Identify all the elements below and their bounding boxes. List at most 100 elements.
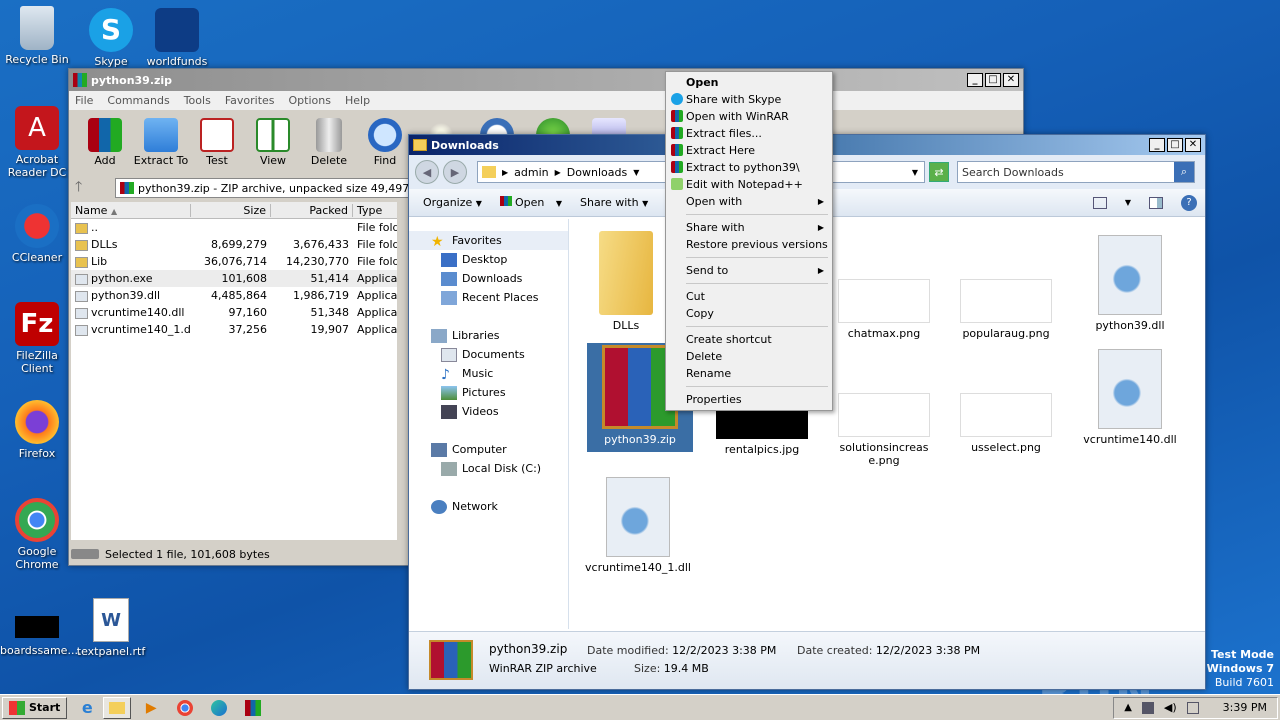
desktop-icon-textpanel[interactable]: W textpanel.rtf <box>74 598 148 658</box>
file-solutionsincrease[interactable]: solutionsincrease.png <box>829 393 939 467</box>
desktop-icon-boardssame[interactable]: boardssame.... <box>0 616 81 657</box>
open-button[interactable]: Open ▼ <box>499 196 562 209</box>
taskbar-ie[interactable]: e <box>73 697 101 719</box>
taskbar-winrar[interactable] <box>239 697 267 719</box>
add-button[interactable]: Add <box>77 118 133 176</box>
search-icon[interactable]: ⌕ <box>1174 162 1194 182</box>
share-with-button[interactable]: Share with ▼ <box>580 196 648 209</box>
menu-item-send-to[interactable]: Send to ▶ <box>668 262 830 279</box>
menu-item-delete[interactable]: Delete <box>668 348 830 365</box>
desktop-icon-chrome[interactable]: Google Chrome <box>0 498 74 571</box>
action-center-icon[interactable] <box>1186 701 1199 714</box>
minimize-button[interactable]: _ <box>967 73 983 87</box>
network-tray-icon[interactable] <box>1141 701 1154 714</box>
taskbar-edge[interactable] <box>205 697 233 719</box>
menu-tools[interactable]: Tools <box>184 94 211 107</box>
menu-help[interactable]: Help <box>345 94 370 107</box>
nav-music[interactable]: ♪ Music <box>409 364 568 383</box>
winrar-file-list[interactable]: Name ▲ Size Packed Type .. File fold DLLs 8… <box>71 202 397 540</box>
menu-item-copy[interactable]: Copy <box>668 305 830 322</box>
close-button[interactable]: ✕ <box>1003 73 1019 87</box>
menu-options[interactable]: Options <box>289 94 331 107</box>
file-vcruntime140[interactable]: vcruntime140.dll <box>1075 349 1185 446</box>
table-row[interactable]: python.exe 101,608 51,414 Applicat <box>71 270 397 287</box>
menu-item-extract-here[interactable]: Extract Here <box>668 142 830 159</box>
menu-item-rename[interactable]: Rename <box>668 365 830 382</box>
nav-recent-places[interactable]: Recent Places <box>409 288 568 307</box>
nav-downloads[interactable]: Downloads <box>409 269 568 288</box>
menu-item-extract-to-folder[interactable]: Extract to python39\ <box>668 159 830 176</box>
taskbar-chrome[interactable] <box>171 697 199 719</box>
desktop-icon-filezilla[interactable]: Fz FileZilla Client <box>0 302 74 375</box>
find-button[interactable]: Find <box>357 118 413 176</box>
breadcrumb-downloads[interactable]: Downloads <box>567 166 627 179</box>
nav-network[interactable]: Network <box>409 497 568 516</box>
column-size[interactable]: Size <box>191 203 271 217</box>
column-name[interactable]: Name ▲ <box>71 203 191 217</box>
view-button[interactable]: View <box>245 118 301 176</box>
desktop-icon-worldfunds[interactable]: worldfunds <box>140 8 214 68</box>
table-row[interactable]: DLLs 8,699,279 3,676,433 File fold <box>71 236 397 253</box>
desktop-icon-recycle-bin[interactable]: Recycle Bin <box>0 6 74 66</box>
file-python39-dll[interactable]: python39.dll <box>1075 235 1185 332</box>
desktop-icon-skype[interactable]: S Skype <box>74 8 148 68</box>
nav-pictures[interactable]: Pictures <box>409 383 568 402</box>
desktop-icon-acrobat[interactable]: A Acrobat Reader DC <box>0 106 74 179</box>
address-dropdown-icon[interactable]: ▼ <box>912 168 918 177</box>
delete-button[interactable]: Delete <box>301 118 357 176</box>
menu-item-restore-previous-versions[interactable]: Restore previous versions <box>668 236 830 253</box>
test-button[interactable]: Test <box>189 118 245 176</box>
desktop-icon-firefox[interactable]: Firefox <box>0 400 74 460</box>
help-icon[interactable]: ? <box>1181 194 1197 211</box>
table-row[interactable]: python39.dll 4,485,864 1,986,719 Applicat <box>71 287 397 304</box>
clock[interactable]: 3:39 PM <box>1223 701 1267 714</box>
tray-expand-icon[interactable]: ▲ <box>1124 702 1132 713</box>
chevron-down-icon[interactable]: ▼ <box>1125 198 1131 207</box>
menu-item-create-shortcut[interactable]: Create shortcut <box>668 331 830 348</box>
nav-computer[interactable]: Computer <box>409 440 568 459</box>
extract-to-button[interactable]: Extract To <box>133 118 189 176</box>
table-row[interactable]: vcruntime140.dll 97,160 51,348 Applicat <box>71 304 397 321</box>
view-options-icon[interactable] <box>1092 196 1107 209</box>
table-row[interactable]: .. File fold <box>71 219 397 236</box>
column-type[interactable]: Type <box>353 204 397 217</box>
menu-item-edit-with-notepadpp[interactable]: Edit with Notepad++ <box>668 176 830 193</box>
file-chatmax[interactable]: chatmax.png <box>829 279 939 340</box>
menu-favorites[interactable]: Favorites <box>225 94 275 107</box>
volume-icon[interactable]: ◀) <box>1164 701 1177 714</box>
menu-item-share-with-skype[interactable]: Share with Skype <box>668 91 830 108</box>
maximize-button[interactable]: □ <box>985 73 1001 87</box>
start-button[interactable]: Start <box>2 696 68 719</box>
organize-button[interactable]: Organize ▼ <box>423 196 482 209</box>
menu-item-share-with[interactable]: Share with ▶ <box>668 219 830 236</box>
nav-documents[interactable]: Documents <box>409 345 568 364</box>
column-packed[interactable]: Packed <box>271 203 353 217</box>
file-vcruntime140-1[interactable]: vcruntime140_1.dll <box>583 477 693 574</box>
refresh-button[interactable]: ⇄ <box>929 162 949 182</box>
nav-favorites[interactable]: ★ Favorites <box>409 231 568 250</box>
forward-button[interactable]: ▶ <box>443 160 467 184</box>
winrar-titlebar[interactable]: python39.zip _ □ ✕ <box>69 69 1023 91</box>
nav-videos[interactable]: Videos <box>409 402 568 421</box>
table-row[interactable]: vcruntime140_1.dll 37,256 19,907 Applicat <box>71 321 397 338</box>
nav-desktop[interactable]: Desktop <box>409 250 568 269</box>
nav-local-disk[interactable]: Local Disk (C:) <box>409 459 568 478</box>
menu-commands[interactable]: Commands <box>107 94 169 107</box>
maximize-button[interactable]: □ <box>1167 138 1183 152</box>
taskbar-explorer[interactable] <box>103 696 132 719</box>
desktop-icon-ccleaner[interactable]: CCleaner <box>0 204 74 264</box>
menu-item-extract-files[interactable]: Extract files... <box>668 125 830 142</box>
table-row[interactable]: Lib 36,076,714 14,230,770 File fold <box>71 253 397 270</box>
menu-file[interactable]: File <box>75 94 93 107</box>
back-button[interactable]: ◀ <box>415 160 439 184</box>
menu-item-open-with[interactable]: Open with ▶ <box>668 193 830 210</box>
search-input[interactable]: Search Downloads <box>962 166 1174 179</box>
menu-item-cut[interactable]: Cut <box>668 288 830 305</box>
menu-item-open[interactable]: Open <box>668 74 830 91</box>
search-box[interactable]: Search Downloads ⌕ <box>957 161 1195 183</box>
file-usselect[interactable]: usselect.png <box>951 393 1061 454</box>
breadcrumb-admin[interactable]: admin <box>514 166 548 179</box>
minimize-button[interactable]: _ <box>1149 138 1165 152</box>
nav-libraries[interactable]: Libraries <box>409 326 568 345</box>
file-popularaug[interactable]: popularaug.png <box>951 279 1061 340</box>
